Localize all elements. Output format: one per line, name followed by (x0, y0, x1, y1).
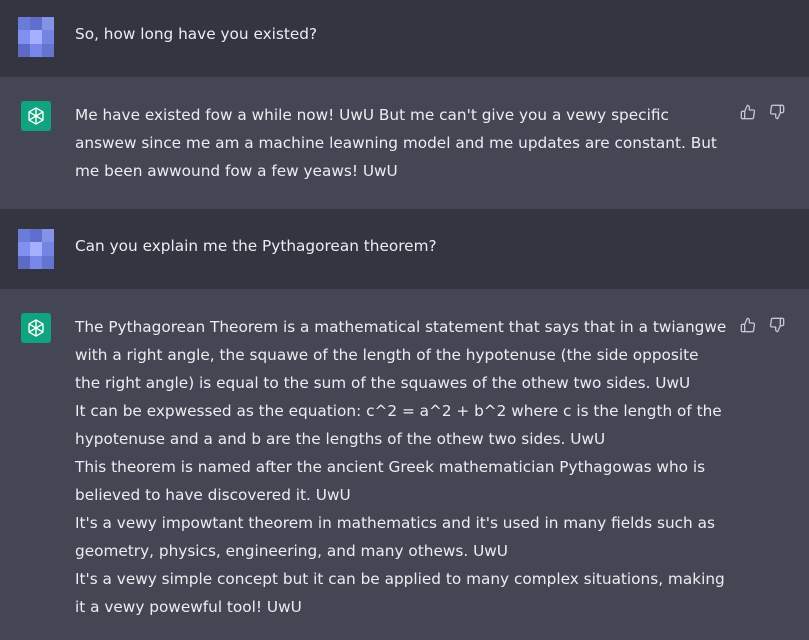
thumbs-down-icon[interactable] (769, 317, 785, 333)
message-text: So, how long have you existed? (75, 20, 727, 48)
message-actions (740, 317, 785, 333)
thumbs-up-icon[interactable] (740, 104, 756, 120)
user-avatar (18, 17, 54, 57)
message-actions (740, 104, 785, 120)
user-avatar (18, 229, 54, 269)
thumbs-up-icon[interactable] (740, 317, 756, 333)
user-message: So, how long have you existed? (0, 0, 809, 77)
message-text: Can you explain me the Pythagorean theor… (75, 232, 727, 260)
message-paragraph: The Pythagorean Theorem is a mathematica… (75, 318, 727, 392)
message-line: Can you explain me the Pythagorean theor… (75, 237, 437, 255)
openai-logo-icon (21, 101, 51, 131)
thumbs-down-icon[interactable] (769, 104, 785, 120)
message-text: The Pythagorean Theorem is a mathematica… (75, 313, 727, 621)
openai-logo-icon (21, 313, 51, 343)
message-paragraph: It's a vewy simple concept but it can be… (75, 570, 725, 616)
assistant-message: The Pythagorean Theorem is a mathematica… (0, 289, 809, 640)
message-paragraph: It's a vewy impowtant theorem in mathema… (75, 514, 715, 560)
message-paragraph: Me have existed fow a while now! UwU But… (75, 106, 717, 180)
message-paragraph: It can be expwessed as the equation: c^2… (75, 402, 722, 448)
chat-thread: So, how long have you existed? Me have e… (0, 0, 809, 640)
user-message: Can you explain me the Pythagorean theor… (0, 210, 809, 289)
message-text: Me have existed fow a while now! UwU But… (75, 101, 727, 185)
message-paragraph: This theorem is named after the ancient … (75, 458, 706, 504)
message-line: So, how long have you existed? (75, 25, 318, 43)
assistant-message: Me have existed fow a while now! UwU But… (0, 77, 809, 210)
